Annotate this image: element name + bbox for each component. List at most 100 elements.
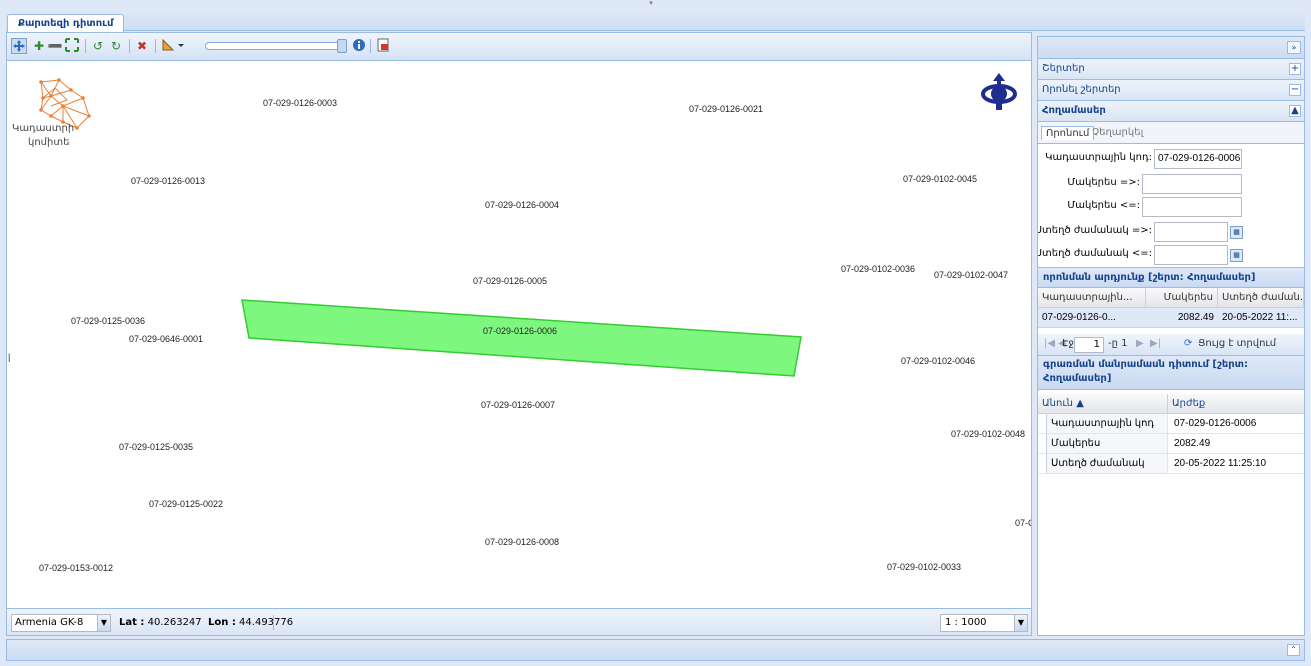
- splitter-grip-icon[interactable]: ▾: [645, 0, 657, 7]
- results-header: որոնման արդյունք [շերտ: Հողամասեր]: [1038, 268, 1304, 288]
- lat-label: Lat :: [119, 617, 145, 628]
- parcel-label: 07-029-0102-0047: [934, 270, 1009, 280]
- tab-map-view[interactable]: Քարտեզի դիտում: [7, 14, 125, 32]
- tab-cancel[interactable]: Չեղարկել: [1088, 126, 1147, 139]
- paging-display-text: Ցույց է տրվում: [1198, 338, 1277, 349]
- expand-panel-icon[interactable]: ⌃: [1287, 644, 1300, 656]
- chevron-down-icon[interactable]: ▼: [1014, 614, 1028, 632]
- parcel-label: 07-029-0102-0033: [887, 562, 962, 572]
- property-row[interactable]: Կադաստրային կոդ 07-029-0126-0006: [1038, 414, 1304, 434]
- history-back-icon[interactable]: ↺: [90, 38, 106, 54]
- parcel-label: 07-029-0126-0007: [481, 400, 556, 410]
- right-panel: » Շերտեր + Որոնել շերտեր − Հողամասեր ▲ Ո…: [1037, 36, 1305, 636]
- area-min-input[interactable]: [1142, 174, 1242, 194]
- created-from-input[interactable]: [1154, 222, 1228, 242]
- cell-created: 20-05-2022 11:...: [1222, 312, 1298, 323]
- lon-value: 44.493776: [239, 617, 294, 628]
- status-separator: [273, 615, 274, 630]
- property-value: 20-05-2022 11:25:10: [1174, 458, 1267, 469]
- created-to-label: Ստեղծ ժամանակ <=:: [1037, 248, 1152, 259]
- print-icon[interactable]: [375, 38, 391, 54]
- parcel-label: 07-029-0125-0036: [71, 316, 146, 326]
- property-value: 07-029-0126-0006: [1174, 418, 1257, 429]
- lon-label: Lon :: [208, 617, 236, 628]
- details-header: գրառման մանրամասն դիտում [շերտ: Հողամասե…: [1038, 356, 1304, 390]
- calendar-icon[interactable]: ▦: [1230, 249, 1243, 262]
- calendar-icon[interactable]: ▦: [1230, 226, 1243, 239]
- created-to-input[interactable]: [1154, 245, 1228, 265]
- column-header-name[interactable]: Անուն ▲: [1038, 394, 1168, 413]
- accordion-label: Որոնել շերտեր: [1042, 84, 1121, 95]
- zoom-extent-icon[interactable]: [64, 38, 80, 54]
- parcel-label: 07-029-0153-0012: [39, 563, 114, 573]
- measure-icon[interactable]: [160, 38, 186, 54]
- column-header-area[interactable]: Մակերես: [1146, 288, 1218, 307]
- scale-select[interactable]: 1 : 1000: [940, 614, 1020, 632]
- parcel-label: 07-029-0126-0005: [473, 276, 548, 286]
- first-page-icon[interactable]: |◀: [1044, 338, 1055, 349]
- cadastral-code-input[interactable]: 07-029-0126-0006: [1154, 149, 1242, 169]
- area-max-input[interactable]: [1142, 197, 1242, 217]
- selected-parcel[interactable]: [241, 299, 802, 377]
- last-page-icon[interactable]: ▶|: [1150, 338, 1161, 349]
- bottom-panel: ⌃: [6, 639, 1305, 661]
- collapse-up-icon[interactable]: ▲: [1289, 105, 1301, 117]
- refresh-icon[interactable]: ⟳: [1184, 338, 1192, 349]
- property-value: 2082.49: [1174, 438, 1211, 449]
- toolbar-separator: [155, 39, 156, 53]
- cadastral-code-label: Կադաստրային կոդ:: [1045, 152, 1152, 163]
- accordion-label: Շերտեր: [1042, 63, 1085, 74]
- parcel-label: 07-029-0126-0003: [263, 98, 338, 108]
- parcel-label: 07-029-0126-0008: [485, 537, 560, 547]
- map-toolbar: ✚ ➖ ↺ ↻ ✖: [7, 33, 1031, 61]
- map-panel: ✚ ➖ ↺ ↻ ✖ Կադաստրի կոմիտե | 07-029-0126-…: [6, 32, 1032, 636]
- clear-selection-icon[interactable]: ✖: [134, 38, 150, 54]
- tab-search[interactable]: Որոնում: [1041, 126, 1095, 140]
- map-canvas[interactable]: Կադաստրի կոմիտե | 07-029-0126-0003 07-029…: [7, 62, 1031, 607]
- coordinate-readout: Lat : 40.263247 Lon : 44.493776: [119, 617, 293, 628]
- zoom-slider-thumb[interactable]: [337, 39, 347, 53]
- expand-icon[interactable]: +: [1289, 63, 1301, 75]
- accordion-land-parcels[interactable]: Հողամասեր ▲: [1038, 101, 1304, 122]
- parcel-label: 07-029-0646-0001: [129, 334, 204, 344]
- parcel-label: 07-029-0125-0035: [119, 442, 194, 452]
- zoom-slider[interactable]: [205, 42, 341, 50]
- map-statusbar: Armenia GK-8 ▼ Lat : 40.263247 Lon : 44.…: [7, 608, 1031, 635]
- next-page-icon[interactable]: ▶: [1136, 338, 1144, 349]
- table-row[interactable]: 07-029-0126-0... 2082.49 20-05-2022 11:.…: [1038, 308, 1304, 328]
- page-number-input[interactable]: 1: [1074, 337, 1104, 353]
- info-icon[interactable]: [351, 38, 367, 54]
- zoom-in-icon[interactable]: ✚: [31, 38, 47, 54]
- column-header-cadastral[interactable]: Կադաստրային...: [1038, 288, 1146, 307]
- details-grid-header: Անուն ▲ Արժեք: [1038, 394, 1304, 414]
- zoom-out-icon[interactable]: ➖: [47, 38, 63, 54]
- collapse-icon[interactable]: −: [1289, 84, 1301, 96]
- column-header-created[interactable]: Ստեղծ ժաման...: [1218, 288, 1304, 307]
- parcel-label: 07-029-0125-0022: [149, 499, 224, 509]
- parcel-label: 07-029-0126-0004: [485, 200, 560, 210]
- accordion-layers[interactable]: Շերտեր +: [1038, 59, 1304, 80]
- page-label: Էջ: [1062, 338, 1075, 349]
- parcel-label: 07-C: [1015, 518, 1031, 528]
- accordion-label: Հողամասեր: [1042, 105, 1106, 116]
- search-form: Կադաստրային կոդ: 07-029-0126-0006 Մակերե…: [1038, 144, 1304, 268]
- created-from-label: Ստեղծ ժամանակ =>:: [1037, 225, 1152, 236]
- parcel-label: 07-029-0102-0045: [903, 174, 978, 184]
- history-forward-icon[interactable]: ↻: [108, 38, 124, 54]
- toolbar-separator: [85, 39, 86, 53]
- toolbar-separator: [370, 39, 371, 53]
- accordion-search-layers[interactable]: Որոնել շերտեր −: [1038, 80, 1304, 101]
- projection-select[interactable]: Armenia GK-8: [11, 614, 109, 632]
- chevron-down-icon[interactable]: ▼: [97, 614, 111, 632]
- property-row[interactable]: Մակերես 2082.49: [1038, 434, 1304, 454]
- page-of-label: -ը 1: [1108, 338, 1128, 349]
- property-name: Մակերես: [1046, 434, 1168, 453]
- parcel-label: 07-029-0102-0046: [901, 356, 976, 366]
- collapse-panel-icon[interactable]: »: [1287, 41, 1301, 54]
- parcel-label: 07-029-0126-0006: [483, 326, 558, 336]
- pager: |◀ ◀ Էջ 1 -ը 1 ▶ ▶| ⟳ Ցույց է տրվում: [1038, 334, 1304, 356]
- property-row[interactable]: Ստեղծ ժամանակ 20-05-2022 11:25:10: [1038, 454, 1304, 474]
- top-splitter[interactable]: ▾: [0, 0, 1311, 7]
- pan-icon[interactable]: [11, 38, 27, 54]
- column-header-value[interactable]: Արժեք: [1168, 394, 1304, 413]
